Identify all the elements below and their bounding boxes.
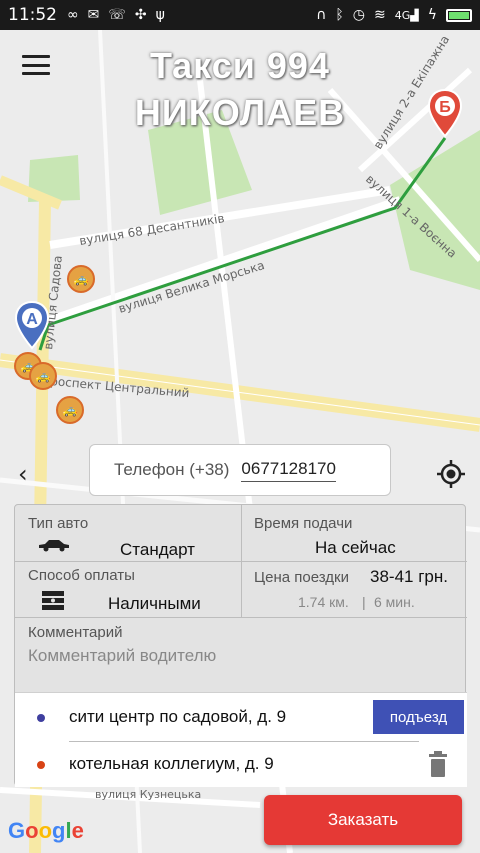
signal-icon: 4G▟: [394, 8, 419, 22]
taxi-car-icon[interactable]: 🚕: [29, 362, 57, 390]
price-label: Цена поездки: [254, 569, 349, 586]
wifi-icon: ≋: [374, 7, 386, 23]
taxi-car-icon[interactable]: 🚕: [56, 396, 84, 424]
messenger-icon: ✉: [87, 7, 100, 23]
payment-label: Способ оплаты: [28, 567, 135, 584]
charging-icon: ϟ: [427, 7, 437, 23]
car-type-selector[interactable]: Тип авто Стандарт: [15, 505, 241, 561]
alarm-icon: ◷: [352, 7, 366, 23]
my-location-icon[interactable]: [436, 459, 466, 489]
clock: 11:52: [8, 5, 57, 25]
battery-icon: [446, 8, 472, 22]
from-dot-icon: [37, 714, 45, 722]
bluetooth-icon: ᛒ: [335, 7, 344, 23]
divider: [69, 741, 419, 742]
comment-input[interactable]: Комментарий водителю: [28, 646, 216, 666]
city-title: НИКОЛАЕВ: [134, 92, 346, 133]
entrance-button[interactable]: подъезд: [373, 700, 464, 734]
street-label: вулиця Кузнецька: [95, 788, 201, 801]
pin-a-label: A: [26, 311, 38, 328]
menu-icon[interactable]: [22, 55, 50, 75]
cash-icon: [42, 591, 64, 610]
fan-icon: ✣: [134, 7, 147, 23]
comment-field[interactable]: Комментарий Комментарий водителю: [15, 618, 467, 692]
pickup-time-selector[interactable]: Время подачи На сейчас: [242, 505, 467, 561]
status-right-icons: ∩ ᛒ ◷ ≋ 4G▟ ϟ: [316, 7, 472, 23]
to-dot-icon: [37, 761, 45, 769]
car-type-value: Стандарт: [120, 540, 195, 559]
headset-icon: ∩: [316, 7, 327, 23]
order-panel: Тип авто Стандарт Время подачи На сейчас…: [14, 504, 467, 787]
status-bar: 11:52 ∞ ✉ ☏ ✣ ψ ∩ ᛒ ◷ ≋ 4G▟ ϟ: [0, 0, 480, 30]
phone-input[interactable]: 0677128170: [241, 459, 336, 482]
comment-label: Комментарий: [28, 624, 123, 641]
pickup-time-label: Время подачи: [254, 515, 353, 532]
viber-icon: ☏: [108, 7, 126, 23]
car-icon: [39, 540, 69, 552]
trash-icon[interactable]: [428, 750, 448, 778]
trip-distance: 1.74 км.: [298, 594, 349, 610]
pickup-time-value: На сейчас: [315, 538, 396, 557]
google-logo: Google: [8, 818, 84, 843]
app-title: Такси 994: [150, 45, 330, 86]
street-label: вулиця 68 Десантників: [78, 211, 225, 248]
car-type-label: Тип авто: [28, 515, 89, 532]
to-address[interactable]: котельная коллегиум, д. 9: [69, 754, 274, 774]
trip-duration: 6 мин.: [374, 594, 415, 610]
pin-a-icon[interactable]: A: [14, 300, 50, 350]
payment-value: Наличными: [108, 594, 201, 613]
network-label: 4G: [394, 8, 411, 22]
status-left-icons: ∞ ✉ ☏ ✣ ψ: [67, 7, 165, 23]
order-button[interactable]: Заказать: [264, 795, 462, 845]
from-address[interactable]: сити центр по садовой, д. 9: [69, 707, 286, 727]
price-value: 38-41 грн.: [370, 567, 448, 586]
usb-icon: ψ: [155, 7, 165, 23]
trip-price: Цена поездки 38-41 грн. 1.74 км. | 6 мин…: [242, 562, 467, 617]
phone-field[interactable]: Телефон (+38) 0677128170: [89, 444, 391, 496]
payment-method-selector[interactable]: Способ оплаты Наличными: [15, 562, 241, 617]
phone-label: Телефон (+38): [114, 460, 230, 479]
address-list: сити центр по садовой, д. 9 подъезд коте…: [15, 692, 467, 787]
taxi-car-icon[interactable]: 🚕: [67, 265, 95, 293]
infinity-icon: ∞: [67, 7, 79, 23]
trip-separator: |: [362, 594, 366, 610]
collapse-arrow-icon[interactable]: ‹: [18, 460, 28, 488]
